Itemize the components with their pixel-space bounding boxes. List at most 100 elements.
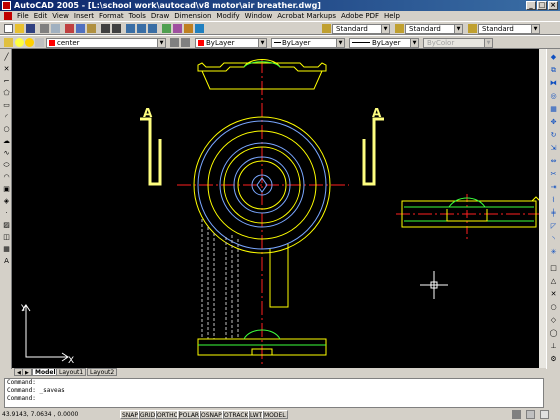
erase-icon[interactable]: ◆ xyxy=(549,53,558,62)
plot-preview-icon[interactable] xyxy=(51,24,60,33)
menu-insert[interactable]: Insert xyxy=(74,11,94,21)
copy-icon[interactable] xyxy=(76,24,85,33)
layer-on-bulb-icon[interactable] xyxy=(15,38,24,47)
layer-thaw-sun-icon[interactable] xyxy=(25,38,34,47)
point-icon[interactable]: · xyxy=(2,209,11,218)
tab-next-arrow[interactable]: ▶ xyxy=(22,368,32,376)
color-dropdown[interactable]: ByLayer ▼ xyxy=(195,38,267,48)
layer-previous-icon[interactable] xyxy=(181,38,190,47)
redo-icon[interactable] xyxy=(112,24,121,33)
osnap-midpoint-icon[interactable]: △ xyxy=(549,277,558,286)
new-icon[interactable] xyxy=(4,24,13,33)
table-icon[interactable]: ▦ xyxy=(2,245,11,254)
clean-screen-icon[interactable] xyxy=(540,410,549,419)
osnap-settings-icon[interactable]: ⚙ xyxy=(549,355,558,364)
tool-palettes-icon[interactable] xyxy=(184,24,193,33)
tab-layout1[interactable]: Layout1 xyxy=(56,368,87,376)
cut-icon[interactable] xyxy=(65,24,74,33)
menu-file[interactable]: File xyxy=(17,11,29,21)
linetype-dropdown[interactable]: ByLayer ▼ xyxy=(271,38,345,48)
mirror-icon[interactable]: ⧓ xyxy=(549,79,558,88)
menu-help[interactable]: Help xyxy=(384,11,400,21)
osnap-quadrant-icon[interactable]: ◇ xyxy=(549,316,558,325)
explode-icon[interactable]: ✳ xyxy=(549,248,558,257)
region-icon[interactable]: ◫ xyxy=(2,233,11,242)
rectangle-icon[interactable]: ▭ xyxy=(2,101,11,110)
menu-draw[interactable]: Draw xyxy=(151,11,169,21)
osnap-perpendicular-icon[interactable]: ⊥ xyxy=(549,342,558,351)
osnap-tangent-icon[interactable]: ◯ xyxy=(549,329,558,338)
trim-icon[interactable]: ✂ xyxy=(549,170,558,179)
array-icon[interactable]: ▦ xyxy=(549,105,558,114)
insert-block-icon[interactable]: ▣ xyxy=(2,185,11,194)
minimize-button[interactable]: _ xyxy=(526,1,536,10)
communication-center-icon[interactable] xyxy=(512,410,521,419)
spline-icon[interactable]: ∿ xyxy=(2,149,11,158)
menu-window[interactable]: Window xyxy=(245,11,273,21)
tab-layout2[interactable]: Layout2 xyxy=(87,368,118,376)
copy-object-icon[interactable]: ⧉ xyxy=(549,66,558,75)
save-icon[interactable] xyxy=(26,24,35,33)
rotate-icon[interactable]: ↻ xyxy=(549,131,558,140)
osnap-endpoint-icon[interactable]: □ xyxy=(549,264,558,273)
close-button[interactable]: × xyxy=(548,1,558,10)
ellipse-arc-icon[interactable]: ◠ xyxy=(2,173,11,182)
polar-toggle[interactable]: POLAR xyxy=(177,410,202,419)
menu-view[interactable]: View xyxy=(52,11,69,21)
make-block-icon[interactable]: ◈ xyxy=(2,197,11,206)
chamfer-icon[interactable]: ◸ xyxy=(549,222,558,231)
vertical-scrollbar[interactable] xyxy=(539,49,546,368)
paste-icon[interactable] xyxy=(87,24,96,33)
model-toggle[interactable]: MODEL xyxy=(262,410,288,419)
circle-icon[interactable]: ○ xyxy=(2,125,11,134)
maximize-button[interactable]: □ xyxy=(537,1,547,10)
construction-line-icon[interactable]: ✕ xyxy=(2,65,11,74)
undo-icon[interactable] xyxy=(101,24,110,33)
otrack-toggle[interactable]: OTRACK xyxy=(222,410,251,419)
arc-icon[interactable]: ◜ xyxy=(2,113,11,122)
stretch-icon[interactable]: ⇔ xyxy=(549,157,558,166)
autocad-app-icon[interactable] xyxy=(2,1,11,10)
properties-icon[interactable] xyxy=(162,24,171,33)
tab-model[interactable]: Model xyxy=(32,368,59,376)
table-style-dropdown[interactable]: Standard ▼ xyxy=(478,24,540,34)
command-window[interactable]: Command: Command: _saveas Command: xyxy=(4,378,544,408)
dim-style-dropdown[interactable]: Standard ▼ xyxy=(405,24,463,34)
zoom-window-icon[interactable] xyxy=(148,24,157,33)
document-menu-icon[interactable] xyxy=(4,12,12,20)
scale-icon[interactable]: ⇲ xyxy=(549,144,558,153)
line-icon[interactable]: ╱ xyxy=(2,53,11,62)
design-center-icon[interactable] xyxy=(173,24,182,33)
osnap-toggle[interactable]: OSNAP xyxy=(199,410,224,419)
toolbar-lock-icon[interactable] xyxy=(526,410,535,419)
layer-dropdown[interactable]: center ▼ xyxy=(46,38,166,48)
move-icon[interactable]: ✥ xyxy=(549,118,558,127)
osnap-center-icon[interactable]: ○ xyxy=(549,303,558,312)
multiline-text-icon[interactable]: A xyxy=(2,257,11,266)
polyline-icon[interactable]: ⌐ xyxy=(2,77,11,86)
lineweight-dropdown[interactable]: ByLayer ▼ xyxy=(349,38,419,48)
menu-adobe-pdf[interactable]: Adobe PDF xyxy=(341,11,379,21)
menu-dimension[interactable]: Dimension xyxy=(174,11,211,21)
text-style-dropdown[interactable]: Standard ▼ xyxy=(332,24,390,34)
hatch-icon[interactable]: ▨ xyxy=(2,221,11,230)
layer-lock-icon[interactable] xyxy=(35,38,44,47)
command-prompt[interactable]: Command: xyxy=(7,395,543,403)
polygon-icon[interactable]: ⬠ xyxy=(2,89,11,98)
make-object-layer-current-icon[interactable] xyxy=(170,38,179,47)
break-at-point-icon[interactable]: ⌇ xyxy=(549,196,558,205)
osnap-intersection-icon[interactable]: ✕ xyxy=(549,290,558,299)
plot-icon[interactable] xyxy=(40,24,49,33)
drawing-area[interactable]: A A Y X xyxy=(12,49,546,368)
break-icon[interactable]: ╪ xyxy=(549,209,558,218)
extend-icon[interactable]: ⇥ xyxy=(549,183,558,192)
ellipse-icon[interactable]: ⬭ xyxy=(2,161,11,170)
menu-format[interactable]: Format xyxy=(99,11,124,21)
fillet-icon[interactable]: ◝ xyxy=(549,235,558,244)
offset-icon[interactable]: ◎ xyxy=(549,92,558,101)
pan-icon[interactable] xyxy=(126,24,135,33)
layer-manager-icon[interactable] xyxy=(4,38,13,47)
menu-modify[interactable]: Modify xyxy=(216,11,239,21)
menu-acrobat-markups[interactable]: Acrobat Markups xyxy=(277,11,336,21)
help-icon[interactable] xyxy=(195,24,204,33)
